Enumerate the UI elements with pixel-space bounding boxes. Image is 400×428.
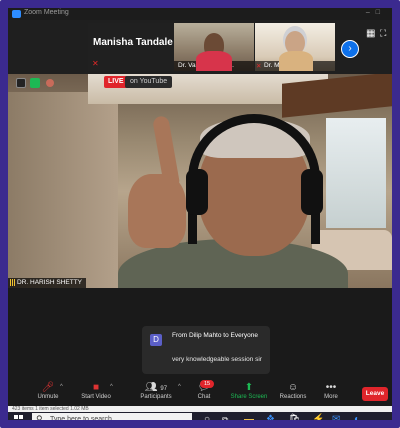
chat-from: From Dilip Mahto to Everyone (172, 332, 258, 339)
fullscreen-icon[interactable]: ⛶ (380, 28, 386, 39)
screenshot-frame: Zoom Meeting –□ Manisha Tandale ✕ Dr. Va… (0, 0, 400, 428)
speaker-name: DR. HARISH SHETTY (17, 279, 83, 286)
task-view-icon[interactable]: ⧉ (222, 414, 228, 420)
muted-mic-icon: ✕ (92, 59, 99, 68)
audio-level-icon (10, 279, 15, 286)
search-icon: ⚲ (36, 414, 43, 424)
window-controls[interactable]: –□ (366, 9, 386, 16)
participant-tile-active[interactable]: Manisha Tandale ✕ (88, 23, 174, 71)
active-speaker-name: Manisha Tandale (93, 37, 173, 48)
more-label: More (324, 394, 338, 400)
speaker-hand (128, 174, 186, 248)
chat-notification[interactable]: D From Dilip Mahto to Everyone very know… (142, 326, 270, 374)
headphone-cup (301, 169, 323, 215)
sender-avatar: D (150, 334, 162, 346)
caret-up-icon[interactable]: ^ (178, 384, 181, 390)
info-icon[interactable] (16, 78, 26, 88)
participants-count: 97 (160, 386, 168, 392)
participants-button[interactable]: 👥︎ 97 Participants ^ (132, 382, 181, 400)
speaker-name-label: DR. HARISH SHETTY (8, 278, 87, 288)
mail-icon[interactable]: ✉ (332, 414, 340, 420)
dropbox-icon[interactable]: ❖ (266, 414, 275, 420)
live-destination[interactable]: on YouTube (125, 76, 173, 88)
participant-tile[interactable]: ✕ Dr. Manjeet S... (255, 23, 335, 71)
share-screen-icon: ⬆ (244, 382, 254, 393)
recording-dot-icon (46, 79, 54, 87)
gallery-view-icon[interactable]: ▦ (366, 28, 375, 39)
participant-name: Dr. Vaishali Sawa... (178, 62, 234, 69)
empty-video-area: D From Dilip Mahto to Everyone very know… (8, 288, 392, 380)
main-video: LIVE on YouTube DR. HARISH SHETTY (8, 74, 392, 288)
share-screen-label: Share Screen (230, 394, 268, 400)
more-button[interactable]: ••• More (318, 382, 344, 400)
search-placeholder: Type here to search (50, 416, 112, 423)
cortana-icon[interactable]: ○ (204, 414, 210, 420)
windows-start-icon[interactable] (14, 415, 24, 420)
participant-label: ✕ Dr. Manjeet S... (255, 61, 335, 71)
participant-strip: Manisha Tandale ✕ Dr. Vaishali Sawa... ✕… (8, 20, 392, 74)
start-video-button[interactable]: ■ Start Video ^ (74, 382, 118, 400)
headphone-cup (186, 169, 208, 215)
chat-unread-badge: 15 (200, 380, 214, 388)
unmute-button[interactable]: 🎤︎ Unmute ^ (30, 382, 66, 400)
reactions-label: Reactions (279, 394, 307, 400)
window-titlebar: Zoom Meeting –□ (8, 8, 392, 20)
muted-mic-icon: ✕ (256, 63, 262, 70)
zoom-taskbar-icon[interactable]: ⚡ (312, 414, 324, 420)
smiley-icon: ☺ (287, 382, 299, 393)
file-explorer-icon[interactable]: ▬ (244, 414, 254, 420)
leave-button[interactable]: Leave (362, 387, 388, 401)
windows-taskbar: ⚲ Type here to search ○ ⧉ ▬ ❖ 🛍︎ ⚡ ✉ ◐ (8, 412, 392, 424)
chat-message: very knowledgeable session sir (172, 356, 262, 363)
store-icon[interactable]: 🛍︎ (288, 414, 301, 420)
unmute-label: Unmute (37, 394, 59, 400)
start-video-label: Start Video (81, 394, 111, 400)
meeting-toolbar: 🎤︎ Unmute ^ ■ Start Video ^ 👥︎ 97 Partic… (8, 380, 392, 406)
background-wall (8, 92, 118, 288)
window-title: Zoom Meeting (24, 9, 69, 16)
security-shield-icon[interactable] (30, 78, 40, 88)
participants-label: Participants (140, 394, 172, 400)
caret-up-icon[interactable]: ^ (60, 384, 63, 390)
chat-button[interactable]: 💬︎ 15 Chat (190, 380, 218, 400)
reactions-button[interactable]: ☺ Reactions (276, 382, 310, 400)
share-screen-button[interactable]: ⬆ Share Screen (228, 382, 270, 400)
participant-tile[interactable]: Dr. Vaishali Sawa... (174, 23, 254, 71)
more-dots-icon: ••• (325, 382, 337, 393)
participants-icon: 👥︎ 97 (144, 382, 168, 393)
next-page-button[interactable]: › (341, 40, 359, 58)
zoom-logo-icon (12, 10, 21, 18)
caret-up-icon[interactable]: ^ (110, 384, 113, 390)
edge-browser-icon[interactable]: ◐ (354, 414, 360, 420)
participant-label: Dr. Vaishali Sawa... (174, 61, 254, 71)
taskbar-search-box[interactable]: ⚲ Type here to search (32, 413, 192, 424)
background-window (326, 118, 386, 228)
participant-name: Dr. Manjeet S... (264, 62, 309, 69)
chat-label: Chat (197, 394, 211, 400)
